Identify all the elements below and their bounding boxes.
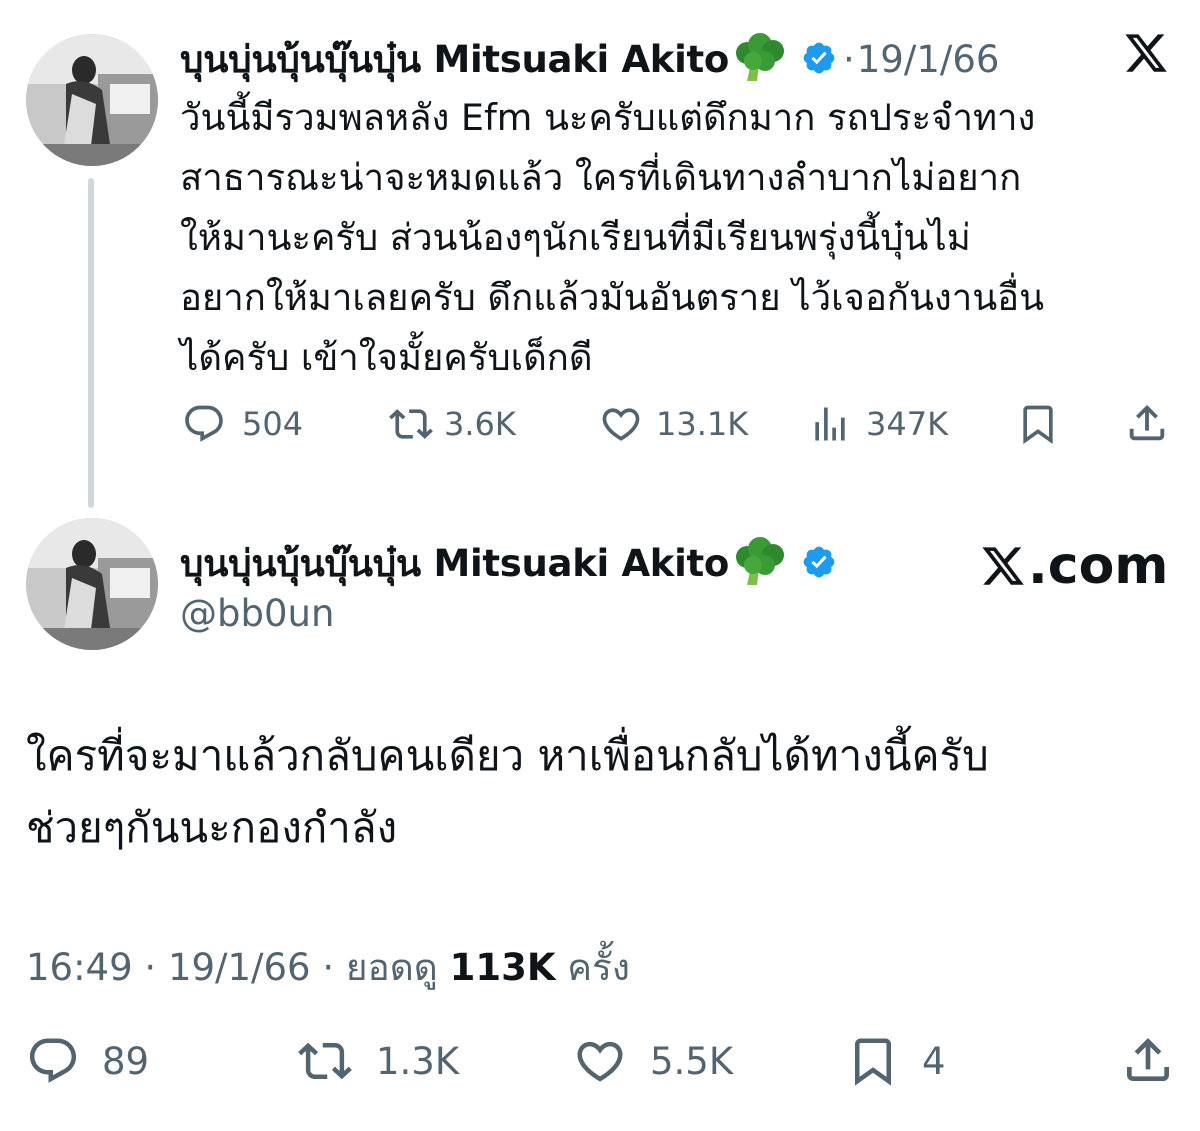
bookmark-count: 4 [922, 1039, 946, 1083]
bookmark-button[interactable]: 4 [846, 1034, 946, 1088]
tweet-text-line: ให้มานะครับ ส่วนน้องๆนักเรียนที่มีเรียนพ… [180, 216, 971, 259]
separator: · [322, 946, 335, 989]
views-count: 347K [866, 405, 949, 443]
tweet-date[interactable]: 19/1/66 [857, 38, 1000, 81]
retweet-button[interactable]: 1.3K [296, 1034, 459, 1088]
display-name[interactable]: บุนบุ่นบุ้นบุ๊นบุ๋น Mitsuaki Akito [180, 30, 729, 89]
tweet-text-line: สาธารณะน่าจะหมดแล้ว ใครที่เดินทางลำบากไม… [180, 156, 1022, 199]
heart-icon [602, 408, 640, 441]
analytics-icon [815, 407, 845, 441]
verified-badge-icon[interactable] [801, 544, 837, 584]
views-button[interactable]: 347K [808, 402, 948, 446]
broccoli-icon [733, 536, 787, 591]
retweet-button[interactable]: 3.6K [388, 402, 516, 446]
views-count: 113K [449, 946, 556, 989]
bookmark-button[interactable] [1016, 402, 1060, 446]
tweet-date[interactable]: 19/1/66 [168, 946, 311, 989]
share-icon [1127, 1038, 1169, 1081]
reply-button[interactable]: 89 [26, 1034, 149, 1088]
views-suffix: ครั้ง [567, 946, 630, 989]
reply-icon [29, 1038, 77, 1083]
like-count: 13.1K [656, 405, 749, 443]
reply-count: 89 [102, 1039, 150, 1083]
bookmark-icon [855, 1038, 891, 1086]
avatar[interactable] [26, 518, 158, 650]
main-tweet-header: บุนบุ่นบุ้นบุ๊นบุ๋น Mitsuaki Akito [180, 534, 837, 593]
broccoli-icon [733, 32, 787, 87]
reply-button[interactable]: 504 [182, 402, 303, 446]
like-button[interactable]: 13.1K [598, 402, 748, 446]
x-logo-icon [982, 547, 1024, 585]
bookmark-icon [1023, 405, 1053, 445]
tweet-text-line: ได้ครับ เข้าใจมั้ยครับเด็กดี [180, 336, 593, 379]
display-name[interactable]: บุนบุ่นบุ้นบุ๊นบุ๋น Mitsuaki Akito [180, 534, 729, 593]
x-com-watermark: .com [980, 536, 1169, 596]
tweet-timestamp: 16:49 · 19/1/66 · ยอดดู 113K ครั้ง [26, 938, 630, 997]
reply-count: 504 [242, 405, 304, 443]
avatar[interactable] [26, 34, 158, 166]
like-button[interactable]: 5.5K [572, 1034, 733, 1088]
main-tweet-text: ใครที่จะมาแล้วกลับคนเดียว หาเพื่อนกลับได… [26, 720, 989, 864]
quoted-tweet-text: วันนี้มีรวมพลหลัง Efm นะครับแต่ดึกมาก รถ… [180, 88, 1044, 388]
retweet-icon [298, 1042, 352, 1080]
tweet-text-line: ใครที่จะมาแล้วกลับคนเดียว หาเพื่อนกลับได… [26, 731, 989, 780]
quoted-tweet-header: บุนบุ่นบุ้นบุ๊นบุ๋น Mitsuaki Akito · 19/… [180, 30, 999, 89]
share-button[interactable] [1120, 1032, 1176, 1088]
heart-icon [577, 1041, 623, 1082]
share-icon [1129, 404, 1165, 441]
views-label: ยอดดู [345, 946, 438, 989]
watermark-text: .com [1028, 536, 1169, 596]
tweet-text-line: วันนี้มีรวมพลหลัง Efm นะครับแต่ดึกมาก รถ… [180, 96, 1036, 139]
retweet-icon [389, 409, 433, 439]
user-handle[interactable]: @bb0un [180, 592, 334, 635]
thread-line [88, 178, 94, 508]
tweet-text-line: อยากให้มาเลยครับ ดึกแล้วมันอันตราย ไว้เจ… [180, 276, 1045, 319]
tweet-time[interactable]: 16:49 [26, 946, 133, 989]
x-logo-icon[interactable] [1122, 30, 1170, 80]
like-count: 5.5K [650, 1039, 734, 1083]
reply-icon [185, 405, 223, 442]
separator: · [843, 38, 855, 81]
retweet-count: 1.3K [376, 1039, 460, 1083]
separator: · [144, 946, 157, 989]
retweet-count: 3.6K [444, 405, 516, 443]
verified-badge-icon[interactable] [801, 40, 837, 80]
tweet-text-line: ช่วยๆกันนะกองกำลัง [26, 803, 398, 852]
share-button[interactable] [1124, 400, 1170, 446]
